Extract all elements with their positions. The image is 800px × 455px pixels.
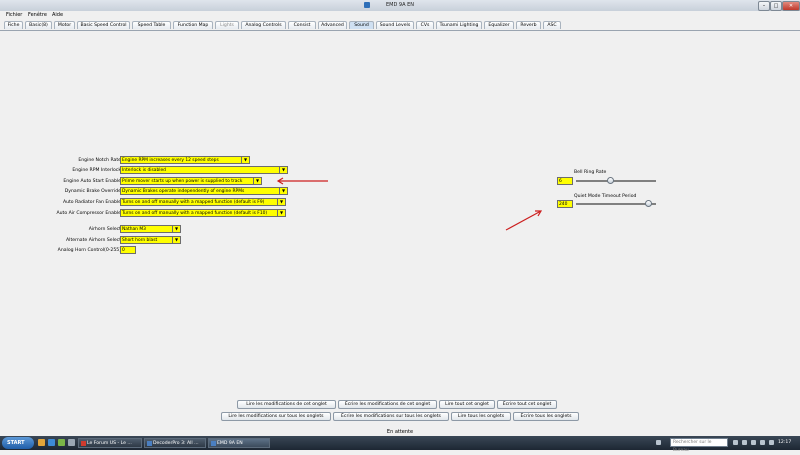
status-bar: En attente <box>386 429 414 435</box>
tab-consist[interactable]: Consist <box>288 21 316 29</box>
tab-reverb[interactable]: Reverb <box>516 21 541 29</box>
firefox-icon <box>81 441 86 446</box>
window-title: EMD 9A EN <box>385 2 414 8</box>
browser-icon[interactable] <box>48 439 55 446</box>
java-icon <box>147 441 152 446</box>
close-button[interactable]: ✕ <box>782 1 800 11</box>
tab-motor[interactable]: Motor <box>54 21 75 29</box>
taskbar-item-forum[interactable]: Le Forum US - Le ... <box>78 438 142 448</box>
annotation-arrows <box>276 177 543 231</box>
taskbar: START Le Forum US - Le ... DecoderPro 3:… <box>0 436 800 453</box>
tab-basic-speed-control[interactable]: Basic Speed Control <box>77 21 130 29</box>
tab-analog-controls[interactable]: Analog Controls <box>241 21 286 29</box>
write-all-tabs-button[interactable]: Écrire tous les onglets <box>513 412 579 421</box>
menu-file[interactable]: Fichier <box>6 12 22 18</box>
tab-sound[interactable]: Sound <box>349 21 374 29</box>
app-launcher-icon[interactable] <box>58 439 65 446</box>
tab-fiche[interactable]: Fiche <box>4 21 23 29</box>
shield-icon <box>760 440 765 445</box>
start-button[interactable]: START <box>2 437 34 449</box>
search-icon[interactable] <box>733 440 738 445</box>
menu-window[interactable]: Fenêtre <box>28 12 47 18</box>
taskbar-item-emd[interactable]: EMD 9A EN <box>208 438 270 448</box>
read-changes-this-tab-button[interactable]: Lire les modifications de cet onglet <box>237 400 336 409</box>
write-all-this-tab-button[interactable]: Écrire tout cet onglet <box>497 400 557 409</box>
minimize-button[interactable]: – <box>758 1 770 11</box>
tab-basic-8[interactable]: Basic(8) <box>25 21 52 29</box>
tab-function-map[interactable]: Function Map <box>173 21 213 29</box>
folder-icon[interactable] <box>38 439 45 446</box>
write-changes-this-tab-button[interactable]: Écrire les modifications de cet onglet <box>338 400 437 409</box>
volume-icon[interactable] <box>751 440 756 445</box>
desktop-search-input[interactable]: Rechercher sur le Bureau <box>670 438 728 453</box>
tab-asc[interactable]: ASC <box>543 21 561 29</box>
task-label: DecoderPro 3: All ... <box>153 441 199 446</box>
tab-speed-table[interactable]: Speed Table <box>132 21 171 29</box>
write-changes-all-tabs-button[interactable]: Écrire les modifications sur tous les on… <box>333 412 449 421</box>
menu-help[interactable]: Aide <box>52 12 63 18</box>
tab-advanced[interactable]: Advanced <box>318 21 347 29</box>
tab-tsunami-lighting[interactable]: Tsunami Lighting <box>436 21 482 29</box>
battery-icon <box>769 440 774 445</box>
tab-sound-levels[interactable]: Sound Levels <box>376 21 414 29</box>
menu-bar: Fichier Fenêtre Aide <box>0 11 800 20</box>
tray-icon[interactable] <box>656 440 661 445</box>
tab-cvs[interactable]: CVs <box>416 21 434 29</box>
arrow-up-right-annotation <box>505 210 542 231</box>
read-changes-all-tabs-button[interactable]: Lire les modifications sur tous les ongl… <box>221 412 331 421</box>
tab-strip: Fiche Basic(8) Motor Basic Speed Control Spe… <box>0 20 800 31</box>
clock: 12:17 <box>778 440 792 445</box>
tab-equalizer[interactable]: Equalizer <box>484 21 514 29</box>
read-all-this-tab-button[interactable]: Lire tout cet onglet <box>439 400 495 409</box>
sound-panel: Engine Notch Rate Engine RPM increases e… <box>2 31 798 397</box>
maximize-button[interactable]: □ <box>770 1 782 11</box>
taskbar-item-decoderpro[interactable]: DecoderPro 3: All ... <box>144 438 206 448</box>
task-label: EMD 9A EN <box>217 441 243 446</box>
read-all-tabs-button[interactable]: Lire tous les onglets <box>451 412 511 421</box>
java-icon <box>211 441 216 446</box>
tab-lights[interactable]: Lights <box>215 21 239 29</box>
task-label: Le Forum US - Le ... <box>87 441 132 446</box>
show-desktop-icon[interactable] <box>68 439 75 446</box>
network-icon <box>742 440 747 445</box>
